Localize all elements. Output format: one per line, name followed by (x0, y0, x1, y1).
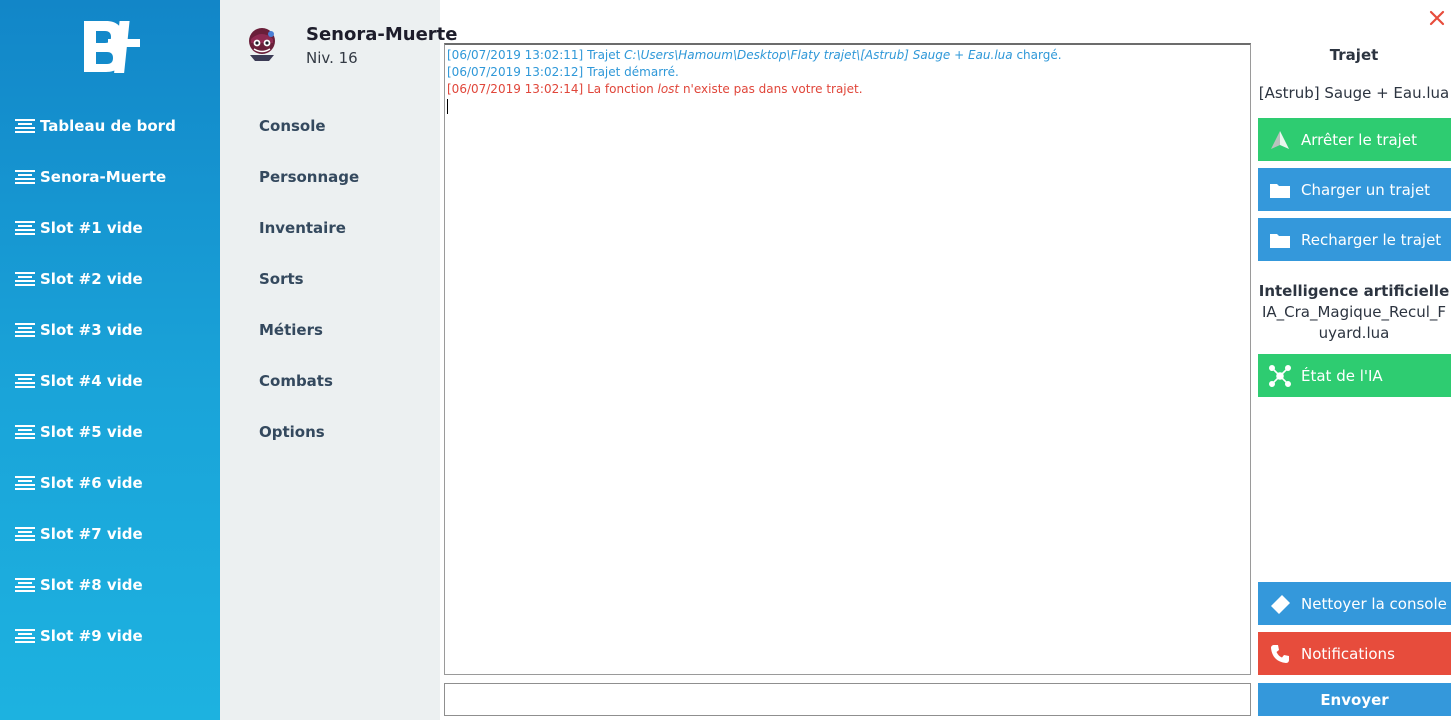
menu-item-options[interactable]: Options (259, 423, 325, 441)
ai-file-line-2: uyard.lua (1318, 324, 1390, 342)
menu-item-console[interactable]: Console (259, 117, 326, 135)
menu-lines-icon (15, 169, 35, 185)
sidebar-item-dashboard[interactable]: Tableau de bord (15, 111, 215, 141)
load-trajet-label: Charger un trajet (1301, 180, 1431, 199)
character-avatar (249, 28, 275, 61)
send-label: Envoyer (1320, 690, 1389, 709)
sidebar-item-slot-7[interactable]: Slot #7 vide (15, 519, 215, 549)
sidebar-item-label: Slot #1 vide (40, 219, 143, 237)
menu-lines-icon (15, 526, 35, 542)
sidebar-item-label: Slot #3 vide (40, 321, 143, 339)
menu-lines-icon (15, 118, 35, 134)
sidebar-item-slot-5[interactable]: Slot #5 vide (15, 417, 215, 447)
send-button[interactable]: Envoyer (1258, 683, 1451, 716)
stop-trajet-button[interactable]: Arrêter le trajet (1258, 118, 1451, 161)
log-path: C:\Users\Hamoum\Desktop\Flaty trajet\[As… (624, 48, 1013, 62)
log-function-name: lost (657, 82, 680, 96)
stop-trajet-label: Arrêter le trajet (1301, 130, 1417, 149)
sidebar-item-label: Slot #7 vide (40, 525, 143, 543)
reload-trajet-label: Recharger le trajet (1301, 230, 1442, 249)
menu-lines-icon (15, 322, 35, 338)
sidebar-item-label: Slot #9 vide (40, 627, 143, 645)
stop-triangle-icon (1269, 129, 1291, 151)
sidebar-item-slot-6[interactable]: Slot #6 vide (15, 468, 215, 498)
close-icon[interactable] (1427, 8, 1447, 28)
ai-state-label: État de l'IA (1301, 366, 1383, 385)
sidebar-item-label: Slot #4 vide (40, 372, 143, 390)
sidebar-item-label: Slot #2 vide (40, 270, 143, 288)
ai-title: Intelligence artificielle (1258, 282, 1450, 300)
console-command-input[interactable] (444, 683, 1251, 716)
console-line: [06/07/2019 13:02:11] Trajet C:\Users\Ha… (447, 47, 1248, 64)
sidebar-item-slot-8[interactable]: Slot #8 vide (15, 570, 215, 600)
log-timestamp: [06/07/2019 13:02:11] (447, 48, 584, 62)
sidebar-item-slot-4[interactable]: Slot #4 vide (15, 366, 215, 396)
sidebar-item-slot-2[interactable]: Slot #2 vide (15, 264, 215, 294)
sidebar-item-character[interactable]: Senora-Muerte (15, 162, 215, 192)
character-name: Senora-Muerte (306, 24, 458, 45)
menu-lines-icon (15, 220, 35, 236)
console-log[interactable]: [06/07/2019 13:02:11] Trajet C:\Users\Ha… (444, 43, 1251, 675)
folder-icon (1269, 179, 1291, 201)
phone-icon (1269, 643, 1291, 665)
log-text-end: chargé. (1012, 48, 1062, 62)
menu-lines-icon (15, 424, 35, 440)
notifications-label: Notifications (1301, 644, 1395, 663)
reload-trajet-button[interactable]: Recharger le trajet (1258, 218, 1451, 261)
clear-console-label: Nettoyer la console (1301, 594, 1447, 613)
menu-lines-icon (15, 475, 35, 491)
console-line: [06/07/2019 13:02:12] Trajet démarré. (447, 64, 1248, 81)
sidebar-item-label: Tableau de bord (40, 117, 176, 135)
menu-item-metiers[interactable]: Métiers (259, 321, 323, 339)
sidebar-item-label: Slot #6 vide (40, 474, 143, 492)
menu-lines-icon (15, 628, 35, 644)
log-text: Trajet (583, 48, 625, 62)
character-menu: Senora-Muerte Niv. 16 Console Personnage… (220, 0, 457, 720)
character-level: Niv. 16 (306, 49, 358, 67)
main-sidebar: Tableau de bord Senora-Muerte Slot #1 vi… (0, 0, 220, 720)
log-text: La fonction (583, 82, 658, 96)
folder-icon (1269, 229, 1291, 251)
menu-lines-icon (15, 577, 35, 593)
sidebar-item-label: Slot #8 vide (40, 576, 143, 594)
notifications-button[interactable]: Notifications (1258, 632, 1451, 675)
trajet-name: [Astrub] Sauge + Eau.lua (1258, 84, 1450, 102)
menu-item-inventaire[interactable]: Inventaire (259, 219, 346, 237)
menu-item-combats[interactable]: Combats (259, 372, 333, 390)
console-line-error: [06/07/2019 13:02:14] La fonction lost n… (447, 81, 1248, 98)
app-logo (84, 21, 140, 73)
load-trajet-button[interactable]: Charger un trajet (1258, 168, 1451, 211)
menu-lines-icon (15, 373, 35, 389)
trajet-title: Trajet (1329, 46, 1379, 64)
sidebar-item-slot-9[interactable]: Slot #9 vide (15, 621, 215, 651)
text-caret (447, 99, 448, 114)
log-text-end: n'existe pas dans votre trajet. (679, 82, 863, 96)
menu-item-personnage[interactable]: Personnage (259, 168, 359, 186)
log-timestamp: [06/07/2019 13:02:14] (447, 82, 584, 96)
eraser-icon (1269, 593, 1291, 615)
menu-lines-icon (15, 271, 35, 287)
network-nodes-icon (1269, 364, 1291, 387)
menu-item-sorts[interactable]: Sorts (259, 270, 304, 288)
sidebar-item-label: Slot #5 vide (40, 423, 143, 441)
sidebar-item-label: Senora-Muerte (40, 168, 167, 186)
sidebar-item-slot-1[interactable]: Slot #1 vide (15, 213, 215, 243)
ai-state-button[interactable]: État de l'IA (1258, 354, 1451, 397)
log-timestamp: [06/07/2019 13:02:12] (447, 65, 584, 79)
ai-file-line-1: IA_Cra_Magique_Recul_F (1261, 303, 1447, 321)
sidebar-item-slot-3[interactable]: Slot #3 vide (15, 315, 215, 345)
clear-console-button[interactable]: Nettoyer la console (1258, 582, 1451, 625)
ai-file-name: IA_Cra_Magique_Recul_F uyard.lua (1256, 302, 1452, 344)
log-text: Trajet démarré. (583, 65, 679, 79)
